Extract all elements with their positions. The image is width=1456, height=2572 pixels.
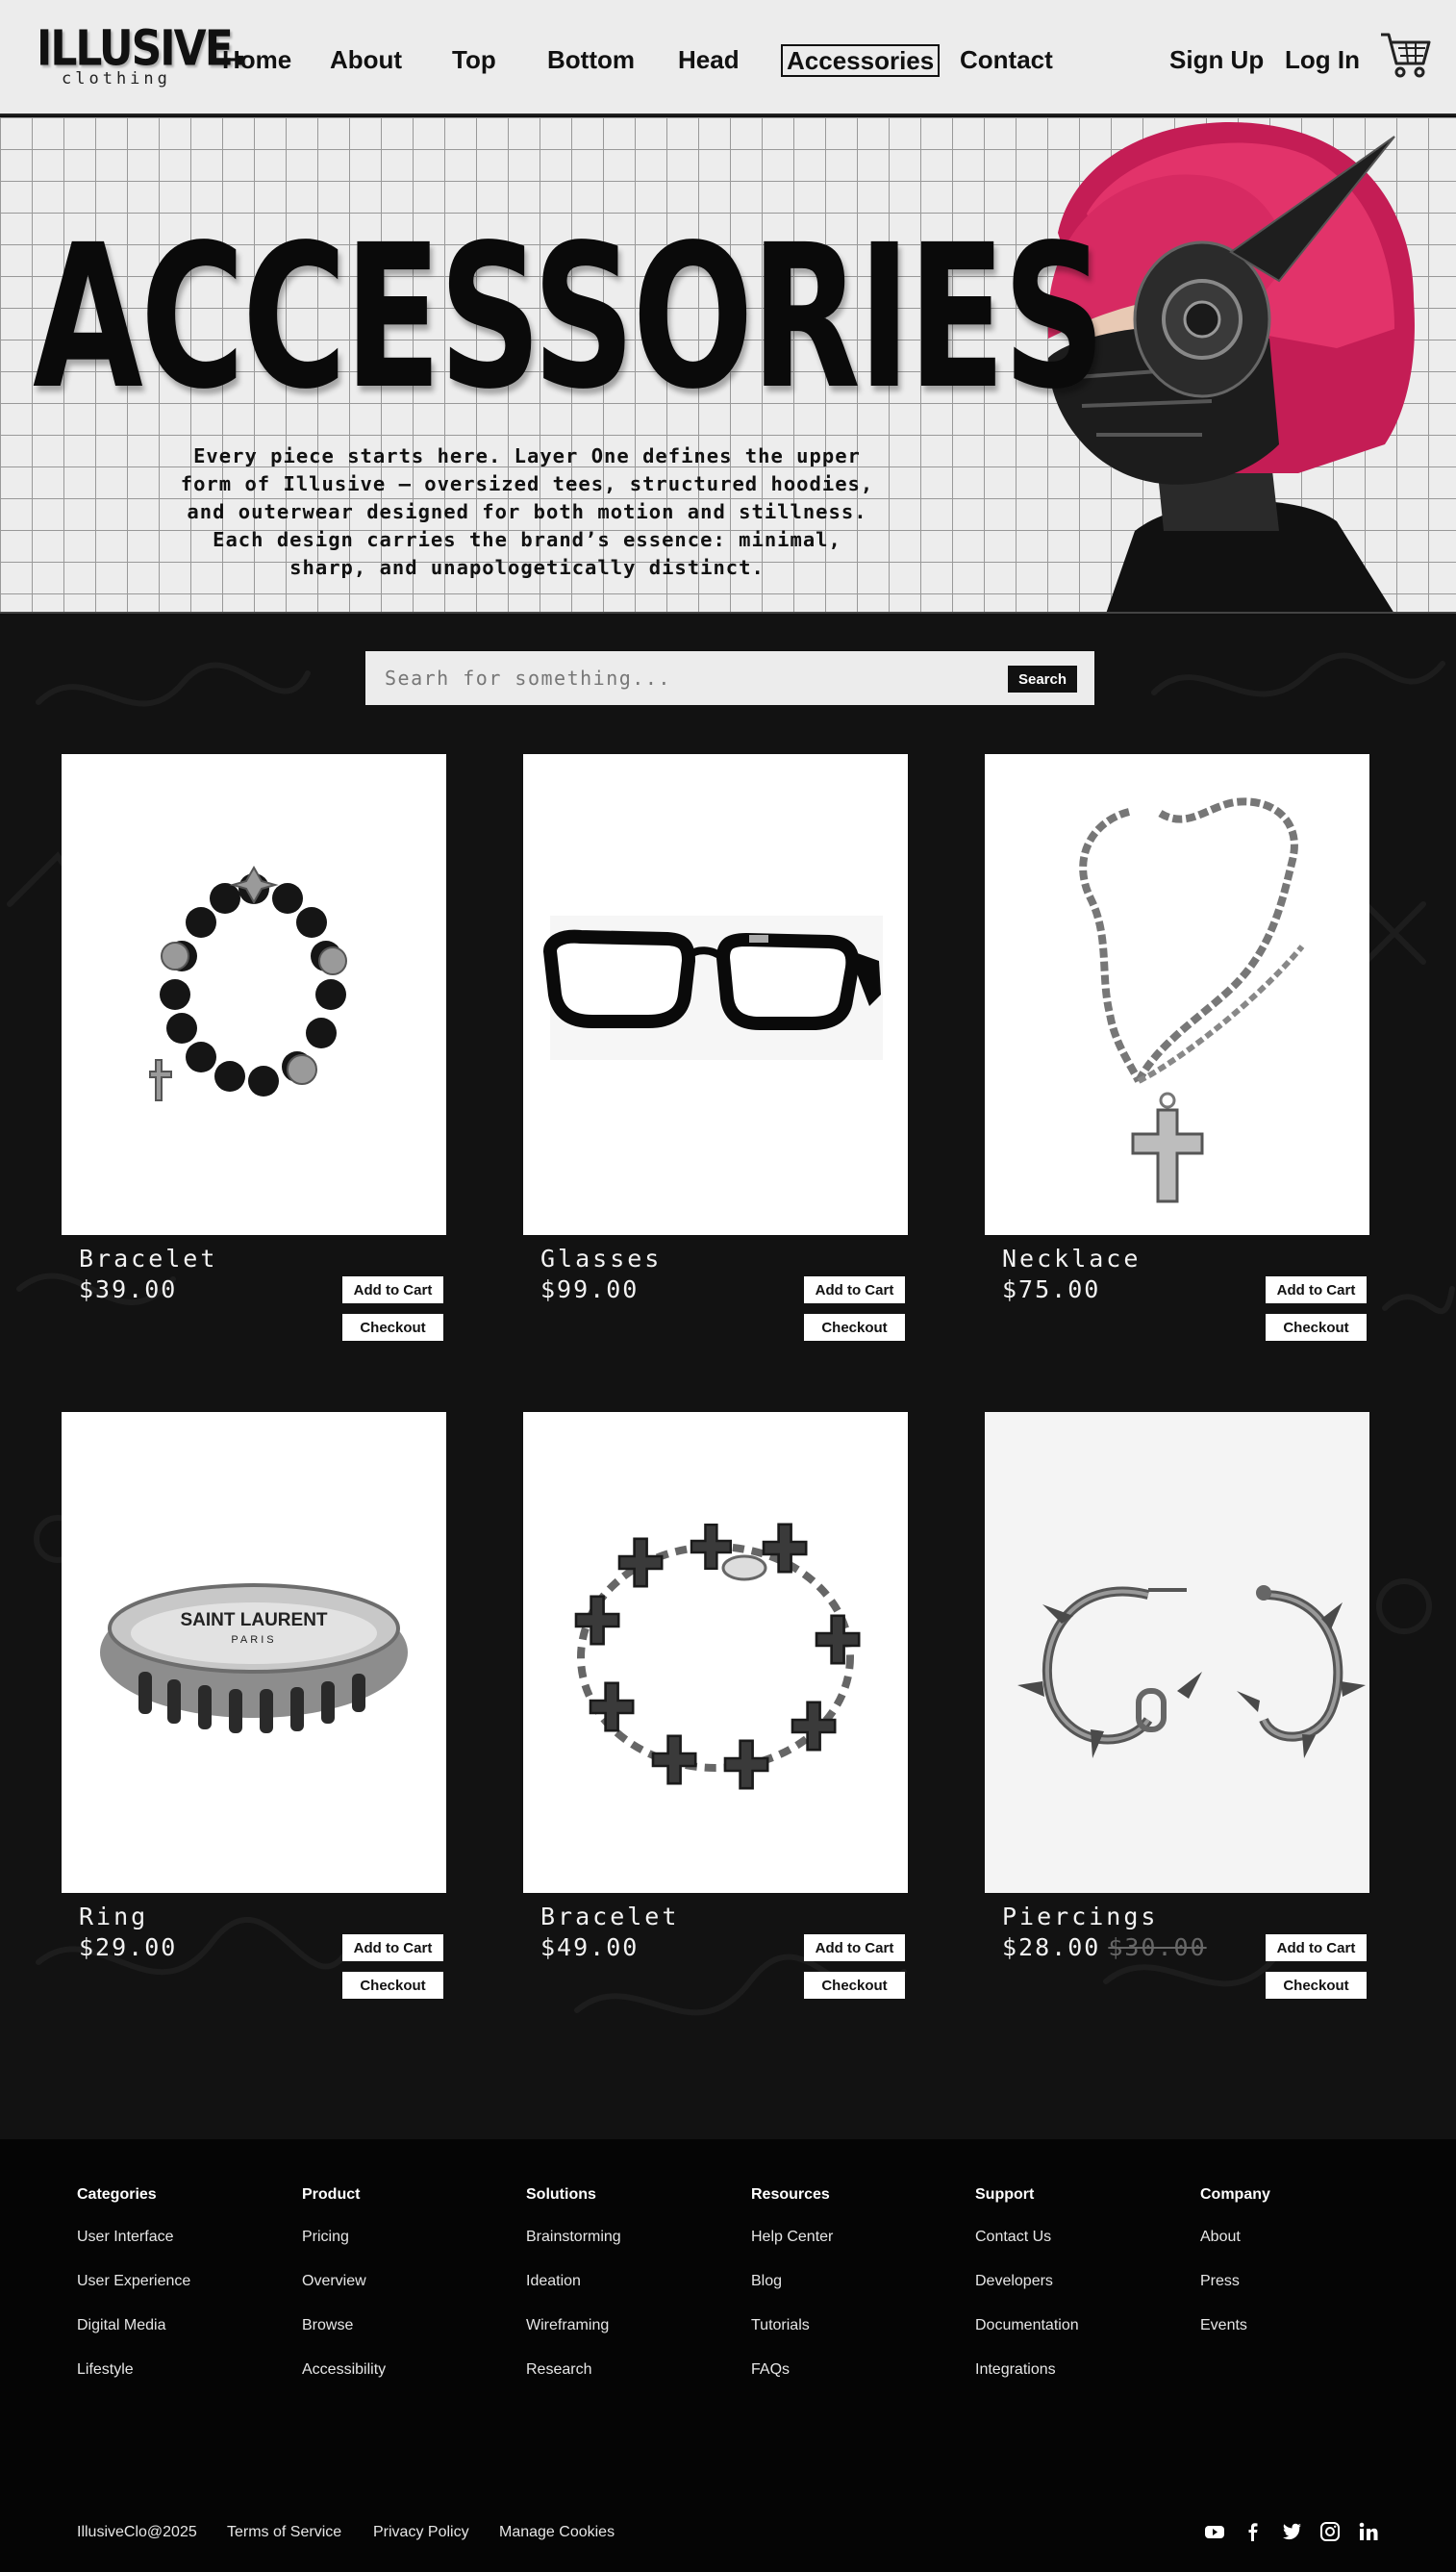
footer-link[interactable]: Pricing <box>302 2228 494 2272</box>
add-to-cart-button[interactable]: Add to Cart <box>1266 1276 1367 1303</box>
product-image-cross-link-bracelet[interactable] <box>523 1412 908 1893</box>
footer-link[interactable]: Contact Us <box>975 2228 1167 2272</box>
footer-heading: Company <box>1200 2186 1270 2203</box>
product-name: Necklace <box>1002 1245 1142 1273</box>
footer-link[interactable]: About <box>1200 2228 1393 2272</box>
add-to-cart-button[interactable]: Add to Cart <box>342 1934 443 1961</box>
hero-title: ACCESSORIES <box>33 202 1106 433</box>
footer-column-company: Company About Press Events <box>1200 2185 1393 2360</box>
product-name: Bracelet <box>540 1903 680 1930</box>
product-name: Bracelet <box>79 1245 218 1273</box>
linkedin-icon[interactable] <box>1357 2520 1380 2543</box>
logo-subtitle: clothing <box>62 69 171 88</box>
add-to-cart-button[interactable]: Add to Cart <box>804 1276 905 1303</box>
product-price: $39.00 <box>79 1275 178 1303</box>
top-navigation: ILLUSIVE. clothing Home About Top Bottom… <box>0 0 1456 115</box>
nav-link-top[interactable]: Top <box>452 42 496 77</box>
original-price: $30.00 <box>1108 1933 1207 1961</box>
checkout-button[interactable]: Checkout <box>342 1314 443 1341</box>
ring-engraving-sub: PARIS <box>231 1634 276 1646</box>
product-image-cross-necklace[interactable] <box>985 754 1369 1235</box>
ring-engraving: SAINT LAURENT <box>180 1610 327 1630</box>
footer-link[interactable]: Overview <box>302 2272 494 2316</box>
youtube-icon[interactable] <box>1203 2520 1226 2543</box>
instagram-icon[interactable] <box>1318 2520 1342 2543</box>
nav-link-about[interactable]: About <box>330 42 402 77</box>
product-image-saint-laurent-ring[interactable]: SAINT LAURENT PARIS <box>62 1412 446 1893</box>
footer-link[interactable]: Browse <box>302 2316 494 2360</box>
product-image-black-glasses[interactable] <box>523 754 908 1235</box>
nav-link-contact[interactable]: Contact <box>960 42 1053 77</box>
footer-link[interactable]: Tutorials <box>751 2316 943 2360</box>
footer-link[interactable]: Digital Media <box>77 2316 269 2360</box>
hero-banner: ACCESSORIES Every piece starts here. Lay… <box>0 117 1456 614</box>
nav-link-bottom[interactable]: Bottom <box>547 42 635 77</box>
privacy-policy-link[interactable]: Privacy Policy <box>373 2524 469 2541</box>
footer-link[interactable]: Lifestyle <box>77 2360 269 2405</box>
hero-description: Every piece starts here. Layer One defin… <box>180 444 874 579</box>
checkout-button[interactable]: Checkout <box>1266 1972 1367 1999</box>
footer-link[interactable]: Blog <box>751 2272 943 2316</box>
nav-link-home[interactable]: Home <box>222 42 291 77</box>
footer-heading: Categories <box>77 2186 157 2203</box>
terms-of-service-link[interactable]: Terms of Service <box>227 2524 341 2541</box>
copyright-text: IllusiveClo@2025 <box>77 2524 197 2540</box>
footer-heading: Resources <box>751 2186 830 2203</box>
footer-heading: Solutions <box>526 2186 596 2203</box>
checkout-button[interactable]: Checkout <box>1266 1314 1367 1341</box>
footer-link[interactable]: Press <box>1200 2272 1393 2316</box>
footer-link[interactable]: Ideation <box>526 2272 718 2316</box>
facebook-icon[interactable] <box>1242 2520 1265 2543</box>
product-price: $29.00 <box>79 1933 178 1961</box>
search-input[interactable] <box>385 665 962 692</box>
footer-column-categories: Categories User Interface User Experienc… <box>77 2185 269 2405</box>
footer-link[interactable]: FAQs <box>751 2360 943 2405</box>
footer-link[interactable]: Integrations <box>975 2360 1167 2405</box>
footer-link[interactable]: Research <box>526 2360 718 2405</box>
product-section: Search Bracelet <box>0 616 1456 2139</box>
site-footer: Categories User Interface User Experienc… <box>0 2139 1456 2572</box>
product-price: $99.00 <box>540 1275 640 1303</box>
sign-up-link[interactable]: Sign Up <box>1169 42 1264 77</box>
log-in-link[interactable]: Log In <box>1285 42 1360 77</box>
footer-link[interactable]: Accessibility <box>302 2360 494 2405</box>
footer-link[interactable]: User Interface <box>77 2228 269 2272</box>
add-to-cart-button[interactable]: Add to Cart <box>1266 1934 1367 1961</box>
product-price: $28.00 $30.00 <box>1002 1933 1207 1961</box>
footer-link[interactable]: User Experience <box>77 2272 269 2316</box>
footer-link[interactable]: Events <box>1200 2316 1393 2360</box>
footer-column-solutions: Solutions Brainstorming Ideation Wirefra… <box>526 2185 718 2405</box>
product-price: $75.00 <box>1002 1275 1101 1303</box>
product-name: Piercings <box>1002 1903 1159 1930</box>
brand-logo[interactable]: ILLUSIVE. clothing <box>37 20 248 90</box>
shopping-cart-icon[interactable] <box>1379 29 1431 79</box>
product-image-beaded-bracelet[interactable] <box>62 754 446 1235</box>
footer-link[interactable]: Documentation <box>975 2316 1167 2360</box>
product-name: Ring <box>79 1903 149 1930</box>
footer-link[interactable]: Brainstorming <box>526 2228 718 2272</box>
checkout-button[interactable]: Checkout <box>342 1972 443 1999</box>
product-image-spiked-hoop-earrings[interactable] <box>985 1412 1369 1893</box>
footer-link[interactable]: Help Center <box>751 2228 943 2272</box>
nav-link-accessories[interactable]: Accessories <box>781 44 941 77</box>
footer-column-support: Support Contact Us Developers Documentat… <box>975 2185 1167 2405</box>
footer-heading: Support <box>975 2186 1035 2203</box>
add-to-cart-button[interactable]: Add to Cart <box>804 1934 905 1961</box>
search-button[interactable]: Search <box>1008 666 1077 693</box>
checkout-button[interactable]: Checkout <box>804 1972 905 1999</box>
product-name: Glasses <box>540 1245 663 1273</box>
footer-link[interactable]: Wireframing <box>526 2316 718 2360</box>
add-to-cart-button[interactable]: Add to Cart <box>342 1276 443 1303</box>
manage-cookies-link[interactable]: Manage Cookies <box>499 2524 615 2541</box>
footer-link[interactable]: Developers <box>975 2272 1167 2316</box>
footer-column-product: Product Pricing Overview Browse Accessib… <box>302 2185 494 2405</box>
logo-wordmark: ILLUSIVE. <box>37 20 248 78</box>
search-bar: Search <box>365 651 1094 705</box>
checkout-button[interactable]: Checkout <box>804 1314 905 1341</box>
footer-column-resources: Resources Help Center Blog Tutorials FAQ… <box>751 2185 943 2405</box>
twitter-icon[interactable] <box>1280 2520 1303 2543</box>
product-price: $49.00 <box>540 1933 640 1961</box>
nav-link-head[interactable]: Head <box>678 42 740 77</box>
footer-heading: Product <box>302 2186 361 2203</box>
